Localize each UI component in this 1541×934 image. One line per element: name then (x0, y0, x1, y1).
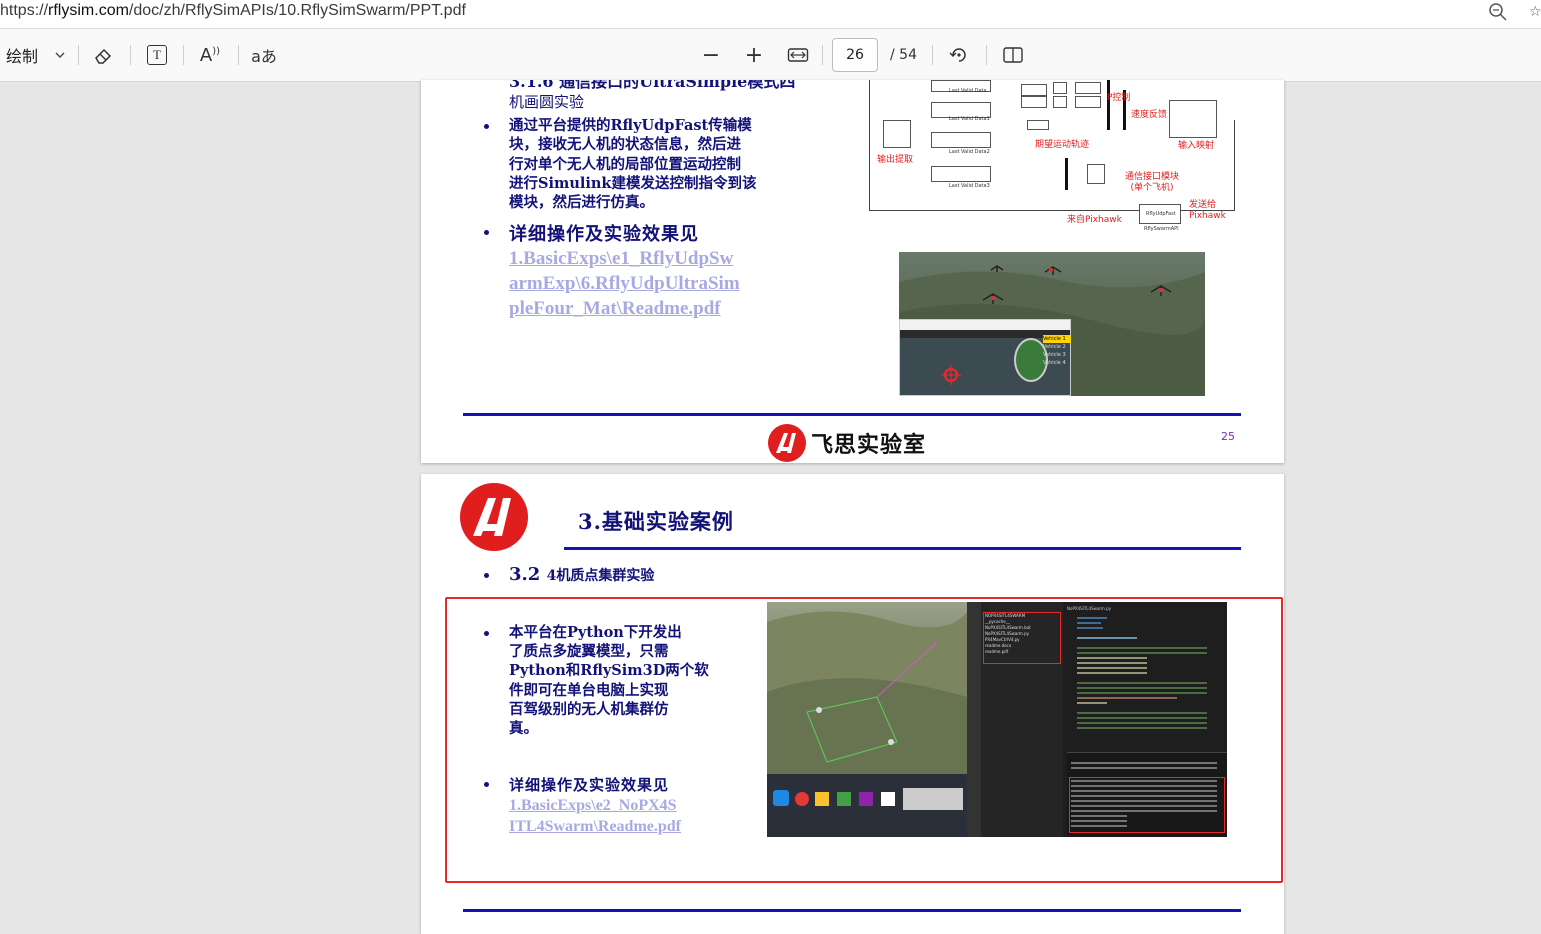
page1-bullet2-title: 详细操作及实验效果见 (509, 224, 699, 245)
page1-bullet1-line: 块，接收无人机的状态信息，然后进 (509, 136, 741, 154)
diagram-send-to-pixhawk: 发送给 Pixhawk (1189, 200, 1226, 222)
diagram-output-extract: 输出提取 (877, 155, 914, 165)
diagram-rflyudpfast: RflyUdpFast (1146, 211, 1176, 217)
page2-title-rule (564, 547, 1241, 550)
diagram-comm-module-line: 通信接口模块 (1125, 172, 1180, 182)
address-bar[interactable]: https://rflysim.com/doc/zh/RflySimAPIs/1… (0, 0, 1541, 29)
page2-subheading: 3.2 4机质点集群实验 (509, 564, 654, 585)
diagram-last-valid-data1: Last Valid Data1 (949, 116, 990, 122)
translate-icon: aあ (251, 47, 277, 66)
page1-link-line: pleFour_Mat\Readme.pdf (509, 298, 721, 319)
diagram-comm-module: 通信接口模块 (单个飞机) (1125, 172, 1179, 194)
simulation-screenshot: Vehicle 1 Vehicle 2 Vehicle 3 Vehicle 4 (899, 252, 1205, 396)
minus-icon: − (701, 42, 721, 68)
url-path: /doc/zh/RflySimAPIs/10.RflySimSwarm/PPT.… (128, 2, 466, 19)
page1-bullet1: 通过平台提供的RflyUdpFast传输模 块，接收无人机的状态信息，然后进 行… (509, 116, 756, 212)
page1-bullet1-line: 通过平台提供的RflyUdpFast传输模 (509, 117, 752, 134)
zoom-icon[interactable] (1487, 1, 1509, 23)
toolbar-divider (238, 45, 239, 65)
page1-heading-line1: 3.1.6 通信接口的UltraSimple模式四 (509, 80, 796, 91)
diagram-send-to-line: 发送给 (1189, 200, 1217, 210)
page1-heading-line2: 机画圆实验 (509, 93, 585, 111)
page1-bullet1-line: 进行Simulink建模发送控制指令到该 (509, 174, 757, 192)
page1-readme-link[interactable]: 1.BasicExps\e1_RflyUdpSw armExp\6.RflyUd… (509, 246, 740, 321)
favorites-icon[interactable]: ☆ (1529, 4, 1541, 24)
page-view-button[interactable] (999, 29, 1027, 81)
url-text[interactable]: https://rflysim.com/doc/zh/RflySimAPIs/1… (0, 0, 466, 22)
toolbar-divider (130, 45, 131, 65)
diagram-rflyswarmapi: RflySwarmAPI (1144, 226, 1179, 232)
bullet-dot (484, 230, 489, 235)
toolbar-divider (183, 45, 184, 65)
diagram-desired-trajectory: 期望运动轨迹 (1035, 140, 1090, 150)
draw-button[interactable]: 绘制 (2, 29, 42, 81)
lab-logo-icon (768, 424, 806, 462)
diagram-p-control: P控制 (1107, 93, 1131, 103)
diagram-speed-feedback: 速度反馈 (1131, 110, 1168, 120)
read-aloud-icon: A (199, 44, 213, 66)
fit-width-button[interactable] (784, 29, 812, 81)
toolbar-divider (986, 45, 987, 65)
page-total: / 54 (890, 47, 917, 63)
draw-label: 绘制 (5, 47, 38, 66)
diagram-last-valid-data2: Last Valid Data2 (949, 149, 990, 155)
footer-logo: 飞思实验室 (767, 423, 926, 463)
vehicle-label: Vehicle 3 (1043, 352, 1066, 358)
translate-button[interactable]: aあ (248, 29, 280, 81)
bullet-dot (484, 124, 489, 129)
diagram-from-pixhawk: 来自Pixhawk (1067, 215, 1122, 225)
rotate-button[interactable] (945, 29, 973, 81)
simulink-diagram: Last Valid Data Last Valid Data1 Last Va… (869, 80, 1239, 232)
add-text-button[interactable]: T (142, 29, 172, 81)
url-prefix: https:// (0, 2, 49, 19)
text-box-icon: T (147, 45, 167, 65)
bullet-dot (484, 573, 489, 578)
vehicle-label: Vehicle 4 (1043, 360, 1066, 366)
diagram-send-to-line: Pixhawk (1189, 211, 1226, 221)
zoom-in-button[interactable]: + (741, 29, 767, 81)
page-number-input[interactable]: 26 (832, 38, 878, 72)
url-host: rflysim.com (48, 2, 129, 19)
toolbar-divider (78, 45, 79, 65)
vehicle-label: Vehicle 1 (1043, 335, 1071, 343)
toolbar-divider (822, 45, 823, 65)
page1-link-line: armExp\6.RflyUdpUltraSim (509, 273, 740, 294)
drone-marker-icon (941, 365, 961, 385)
page2-subheading-text: 4机质点集群实验 (546, 568, 655, 584)
plus-icon: + (744, 42, 764, 68)
pdf-page-26: 3.基础实验案例 3.2 4机质点集群实验 本平台在Python下开发出 了质点… (421, 474, 1284, 934)
diagram-last-valid-data: Last Valid Data (949, 88, 987, 94)
page2-subheading-num: 3.2 (509, 564, 541, 585)
rotate-icon (949, 48, 966, 62)
draw-dropdown-chevron-down-icon[interactable] (50, 29, 70, 81)
page2-footer-rule (463, 909, 1241, 912)
read-aloud-button[interactable]: A)) (195, 29, 225, 81)
diagram-comm-module-line: (单个飞机) (1130, 183, 1174, 193)
footer-logo-text: 飞思实验室 (811, 433, 927, 458)
zoom-out-button[interactable]: − (698, 29, 724, 81)
diagram-last-valid-data3: Last Valid Data3 (949, 183, 990, 189)
page1-footer-rule (463, 413, 1241, 416)
pdf-toolbar: 绘制 T A)) aあ − + 26 / 54 (0, 29, 1541, 82)
page-number: 25 (1221, 430, 1235, 443)
pdf-page-25: 3.1.6 通信接口的UltraSimple模式四 机画圆实验 通过平台提供的R… (421, 80, 1284, 463)
diagram-input-map: 输入映射 (1178, 141, 1215, 151)
toolbar-divider (932, 45, 933, 65)
ground-station-window: Vehicle 1 Vehicle 2 Vehicle 3 Vehicle 4 (899, 319, 1071, 396)
vehicle-label: Vehicle 2 (1043, 344, 1066, 350)
fit-width-icon (787, 48, 809, 62)
two-page-icon (1003, 47, 1023, 63)
eraser-icon[interactable] (88, 29, 118, 81)
page1-bullet1-line: 行对单个无人机的局部位置运动控制 (509, 155, 741, 173)
lab-logo-icon (460, 483, 528, 551)
page1-heading: 3.1.6 通信接口的UltraSimple模式四 机画圆实验 (509, 80, 795, 112)
page2-section-title: 3.基础实验案例 (578, 509, 734, 534)
page1-link-line: 1.BasicExps\e1_RflyUdpSw (509, 248, 734, 269)
page1-bullet1-line: 模块，然后进行仿真。 (509, 194, 654, 212)
highlight-box (445, 597, 1283, 883)
